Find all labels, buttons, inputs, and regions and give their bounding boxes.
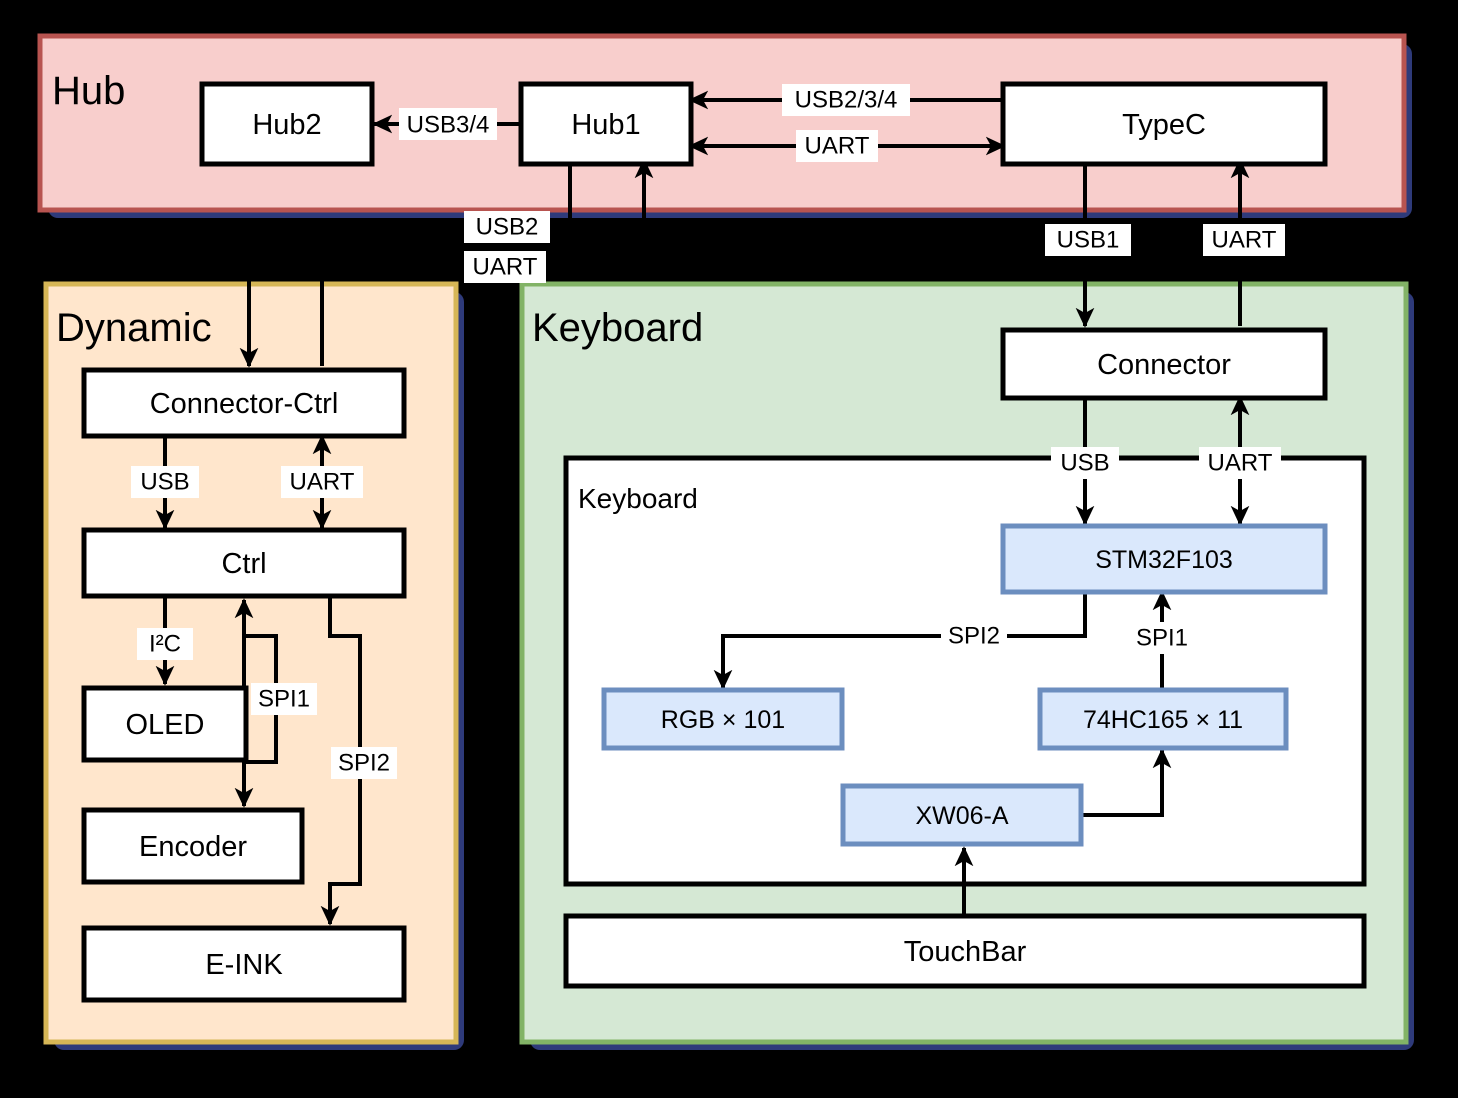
node-hub2-label: Hub2 <box>252 109 321 141</box>
diagram-canvas: Hub Dynamic Keyboard Keyboard Hub2 Hub1 … <box>0 0 1458 1098</box>
node-typec-label: TypeC <box>1122 109 1206 141</box>
node-hc165[interactable]: 74HC165 × 11 <box>1037 687 1289 751</box>
node-connector-label: Connector <box>1097 349 1231 381</box>
panel-dynamic-title: Dynamic <box>56 306 212 350</box>
node-oled[interactable]: OLED <box>81 685 249 763</box>
edge-label-spi1-dyn: SPI1 <box>251 683 317 715</box>
edge-label-spi1-kb-text: SPI1 <box>1136 625 1188 652</box>
edge-label-usb2: USB2 <box>464 211 550 243</box>
edge-label-usb34: USB3/4 <box>399 108 497 140</box>
edge-label-uart-dyn: UART <box>281 466 363 498</box>
node-eink[interactable]: E-INK <box>81 925 407 1003</box>
node-ctrl[interactable]: Ctrl <box>81 527 407 599</box>
edge-label-usb2-text: USB2 <box>476 214 539 241</box>
edge-label-spi1-dyn-text: SPI1 <box>258 686 310 713</box>
edge-label-usb-kb: USB <box>1051 447 1119 479</box>
edge-label-spi2-kb-text: SPI2 <box>948 623 1000 650</box>
keyboard-inner-title: Keyboard <box>578 483 698 514</box>
node-encoder[interactable]: Encoder <box>81 807 305 885</box>
edge-label-spi2-dyn-text: SPI2 <box>338 750 390 777</box>
edge-label-usb34-text: USB3/4 <box>407 112 490 139</box>
edge-label-spi1-kb: SPI1 <box>1129 622 1195 654</box>
edge-label-uart-hub-text: UART <box>805 133 870 160</box>
node-rgb[interactable]: RGB × 101 <box>601 687 845 751</box>
edge-label-spi2-kb: SPI2 <box>941 620 1007 652</box>
node-hc165-label: 74HC165 × 11 <box>1083 706 1243 734</box>
node-eink-label: E-INK <box>205 949 283 981</box>
edge-label-usb234: USB2/3/4 <box>782 84 910 116</box>
edge-label-uart-hub: UART <box>796 130 878 162</box>
edge-label-uart-kb-link-text: UART <box>1212 227 1277 254</box>
edge-label-uart-dyn-text: UART <box>290 469 355 496</box>
node-connector-ctrl[interactable]: Connector-Ctrl <box>81 367 407 439</box>
edge-label-i2c-text: I²C <box>149 631 181 658</box>
node-connector-ctrl-label: Connector-Ctrl <box>150 388 339 420</box>
node-typec[interactable]: TypeC <box>1000 81 1328 167</box>
panel-keyboard-title: Keyboard <box>532 306 703 350</box>
edge-label-usb-kb-text: USB <box>1060 450 1109 477</box>
edge-label-i2c: I²C <box>137 628 193 660</box>
node-xw06a-label: XW06-A <box>915 802 1008 830</box>
node-oled-label: OLED <box>126 709 205 741</box>
node-hub1[interactable]: Hub1 <box>518 81 694 167</box>
node-xw06a[interactable]: XW06-A <box>840 783 1084 847</box>
edge-label-uart-kb-text: UART <box>1208 450 1273 477</box>
node-hub2[interactable]: Hub2 <box>199 81 375 167</box>
edge-label-usb234-text: USB2/3/4 <box>795 87 898 114</box>
node-hub1-label: Hub1 <box>571 109 640 141</box>
edge-label-spi2-dyn: SPI2 <box>331 747 397 779</box>
edge-label-uart-dyn-link: UART <box>464 251 546 283</box>
node-stm32-label: STM32F103 <box>1095 546 1233 574</box>
edge-label-uart-kb-link: UART <box>1203 224 1285 256</box>
edge-label-uart-kb: UART <box>1199 447 1281 479</box>
edge-label-usb1: USB1 <box>1045 224 1131 256</box>
node-stm32[interactable]: STM32F103 <box>1000 523 1328 595</box>
panel-hub-title: Hub <box>52 69 125 113</box>
node-connector[interactable]: Connector <box>1000 327 1328 401</box>
edge-label-uart-dyn-link-text: UART <box>473 254 538 281</box>
node-rgb-label: RGB × 101 <box>661 706 785 734</box>
edge-label-usb1-text: USB1 <box>1057 227 1120 254</box>
edge-label-usb-dyn: USB <box>131 466 199 498</box>
node-encoder-label: Encoder <box>139 831 247 863</box>
block-diagram: Hub Dynamic Keyboard Keyboard Hub2 Hub1 … <box>37 33 1414 1050</box>
node-ctrl-label: Ctrl <box>221 548 266 580</box>
node-touchbar[interactable]: TouchBar <box>563 913 1367 989</box>
node-touchbar-label: TouchBar <box>904 936 1027 968</box>
edge-label-usb-dyn-text: USB <box>140 469 189 496</box>
